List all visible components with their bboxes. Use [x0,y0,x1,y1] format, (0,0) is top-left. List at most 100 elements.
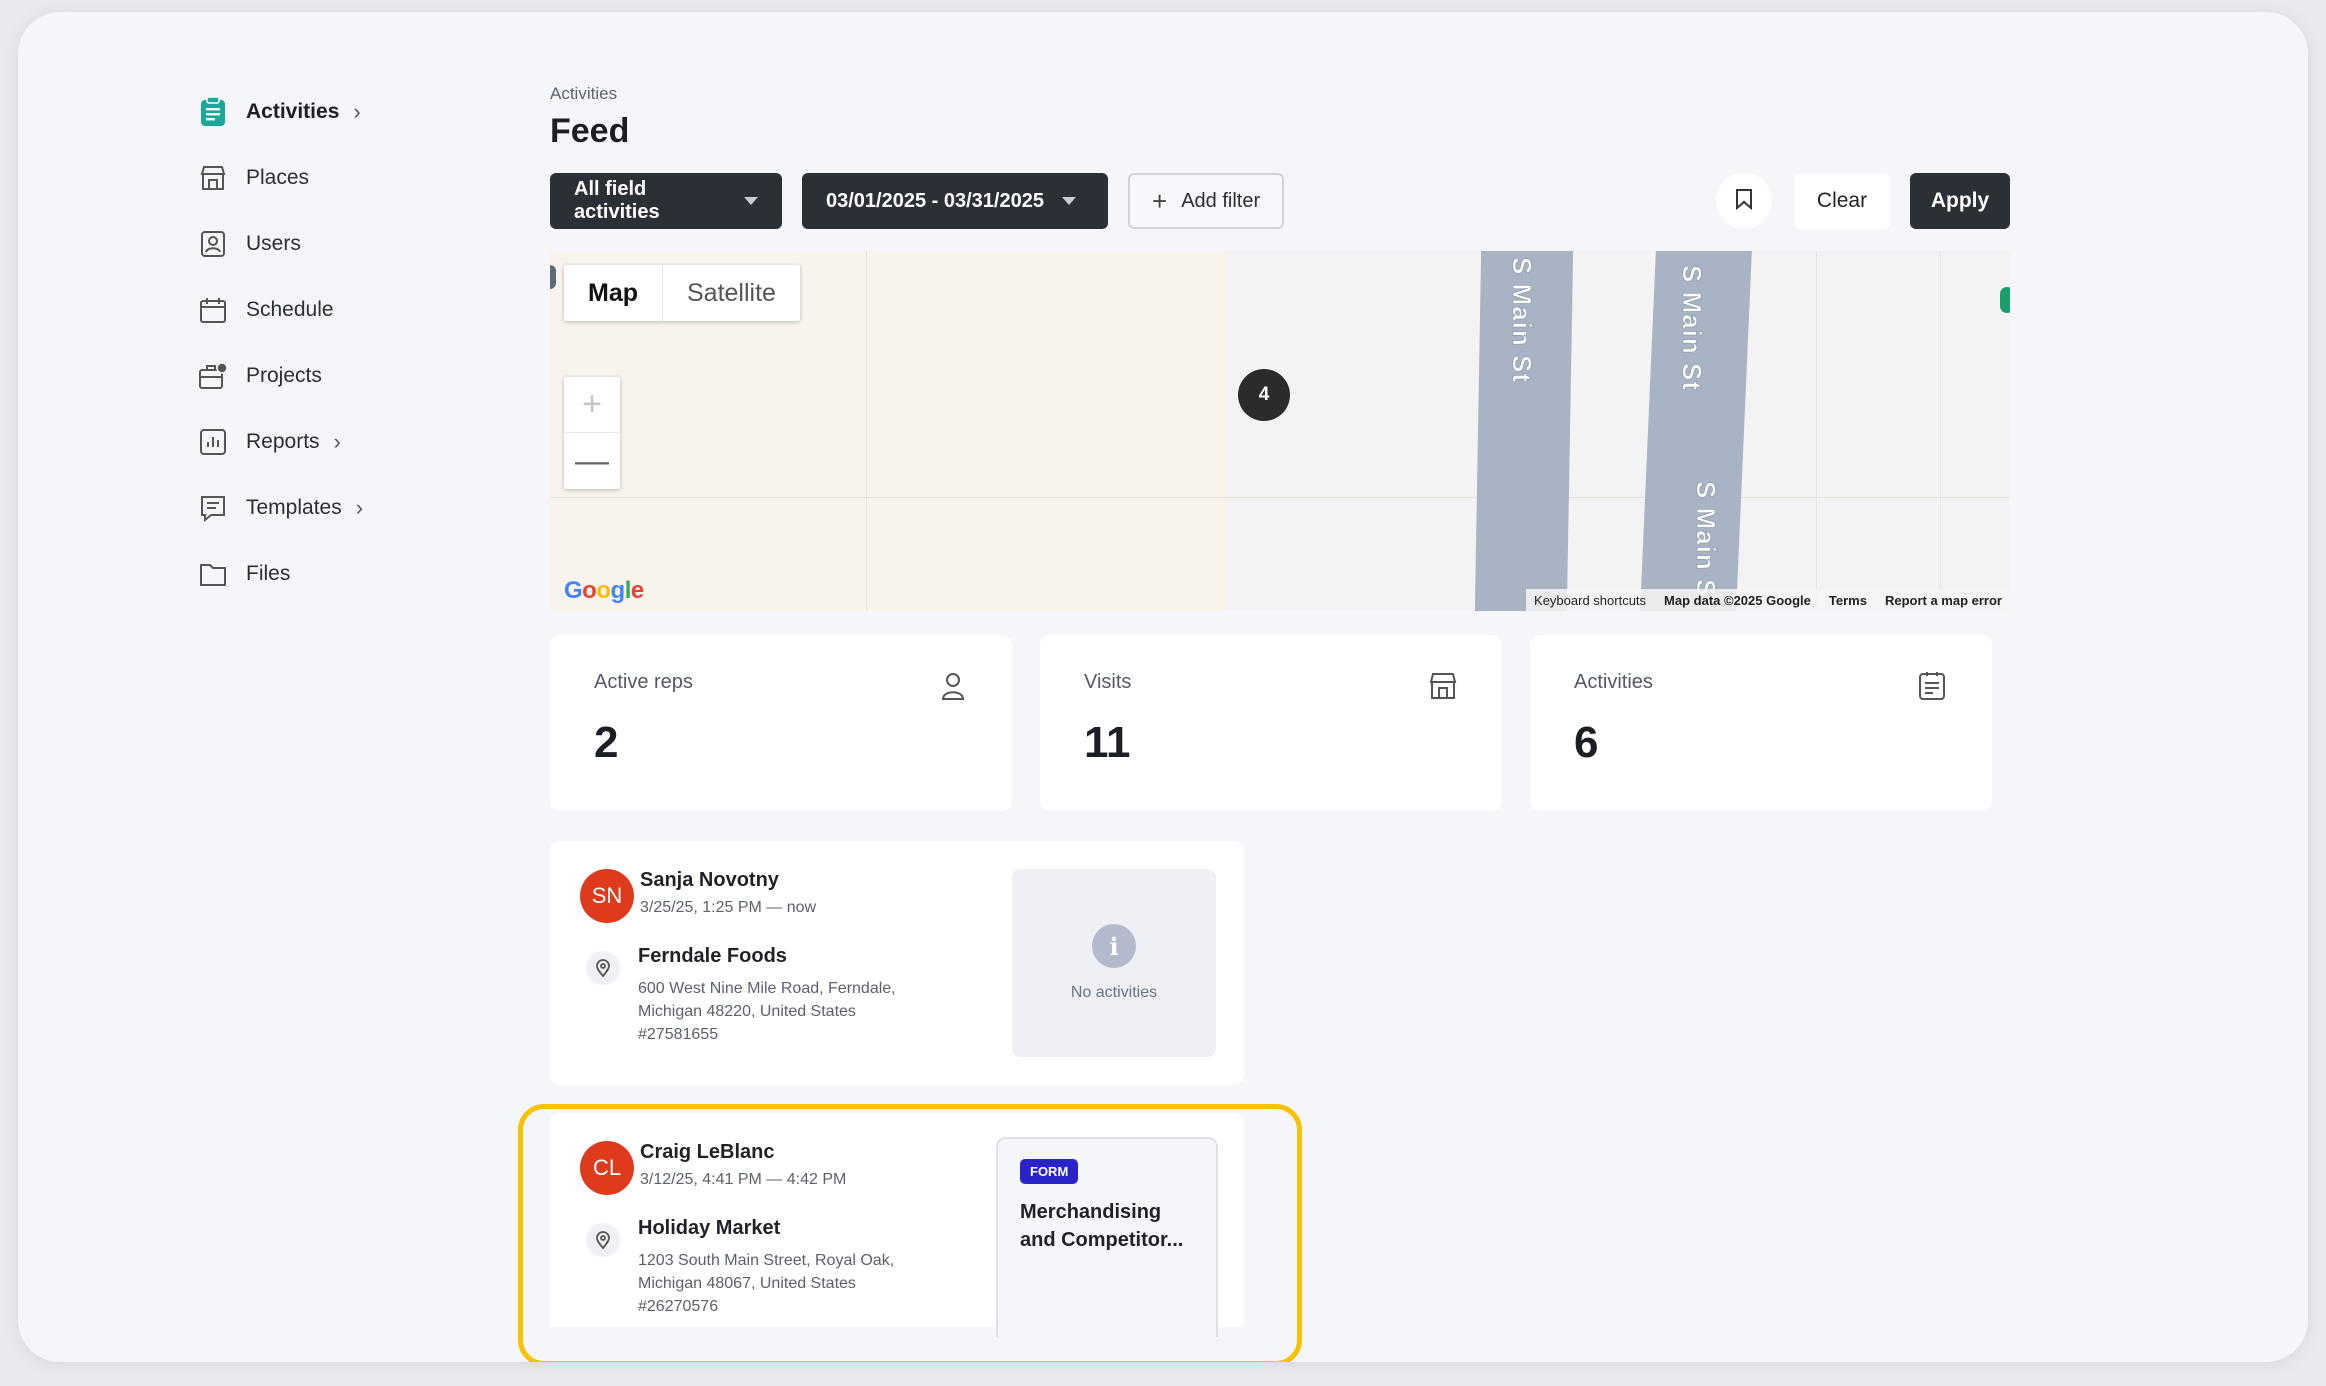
no-activities-panel: i No activities [1012,869,1216,1057]
map-marker[interactable] [550,265,556,289]
sidebar-item-schedule[interactable]: Schedule [198,290,438,330]
road-label: S Main St [1507,257,1538,384]
visit-card[interactable]: CL Craig LeBlanc 3/12/25, 4:41 PM — 4:42… [550,1113,1244,1337]
visit-card[interactable]: SN Sanja Novotny 3/25/25, 1:25 PM — now … [550,841,1244,1085]
visit-time: 3/25/25, 1:25 PM — now [640,899,817,916]
map-type-satellite-button[interactable]: Satellite [662,265,800,321]
map-data-text: Map data ©2025 Google [1664,592,1811,608]
zoom-out-button[interactable]: — [564,433,620,489]
stat-card-active-reps: Active reps 2 [550,635,1012,811]
sidebar-item-label: Schedule [246,298,334,321]
calendar-icon [198,295,228,325]
road-label: S Main S [1691,481,1722,598]
stat-label: Activities [1574,671,1653,693]
caret-down-icon [1061,197,1076,205]
stat-value: 2 [594,718,619,767]
map-gridline [1816,251,1817,611]
reports-icon [198,427,228,457]
map-cluster-marker[interactable]: 4 [1238,369,1290,421]
sidebar-item-templates[interactable]: Templates › [198,488,438,528]
avatar: SN [580,869,634,923]
report-map-error-link[interactable]: Report a map error [1885,593,2002,608]
sidebar-item-activities[interactable]: Activities › [198,92,438,132]
zoom-in-button[interactable]: + [564,377,620,433]
activity-card-form[interactable]: FORM Merchandising and Competitor... [996,1137,1218,1337]
rep-name: Sanja Novotny [640,869,779,891]
folder-icon [198,559,228,589]
breadcrumb[interactable]: Activities [550,84,2010,104]
stat-card-visits: Visits 11 [1040,635,1502,811]
main-content: Activities Feed All field activities 03/… [550,84,2010,1337]
clear-button[interactable]: Clear [1794,173,1890,229]
map-type-map-button[interactable]: Map [564,265,662,321]
road-label: S Main St [1677,265,1708,392]
sidebar-item-label: Activities [246,100,340,123]
store-icon [1428,671,1458,701]
location-pin-icon [586,1223,620,1257]
terms-link[interactable]: Terms [1829,593,1867,608]
sidebar-item-places[interactable]: Places [198,158,438,198]
caret-down-icon [744,197,758,205]
info-icon: i [1092,924,1136,968]
save-filter-button[interactable] [1716,173,1772,229]
date-range-dropdown[interactable]: 03/01/2025 - 03/31/2025 [802,173,1108,229]
add-filter-button[interactable]: + Add filter [1128,173,1285,229]
map-gridline [1940,251,1941,611]
sidebar-item-files[interactable]: Files [198,554,438,594]
map-attribution: Keyboard shortcuts Map data ©2025 Google… [1526,589,2010,611]
stat-card-activities: Activities 6 [1530,635,1992,811]
location-pin-icon [586,951,620,985]
address-line: 1203 South Main Street, Royal Oak, [638,1252,895,1269]
stat-label: Active reps [594,671,693,693]
zoom-control: + — [564,377,620,489]
sidebar-item-reports[interactable]: Reports › [198,422,438,462]
projects-icon [198,361,228,391]
page-title: Feed [550,112,630,150]
stats-row: Active reps 2 Visits 11 Activities 6 [550,635,2010,811]
place-name[interactable]: Ferndale Foods [638,945,787,968]
place-name[interactable]: Holiday Market [638,1217,780,1240]
sidebar-item-users[interactable]: Users [198,224,438,264]
stat-value: 11 [1084,718,1131,767]
keyboard-shortcuts-link[interactable]: Keyboard shortcuts [1534,593,1646,608]
stat-value: 6 [1574,718,1599,767]
sidebar-item-label: Templates [246,496,342,519]
store-icon [198,163,228,193]
map-type-control: Map Satellite [564,265,800,321]
sidebar-item-projects[interactable]: Projects [198,356,438,396]
chevron-right-icon: › [333,429,341,454]
sidebar-item-label: Files [246,562,291,585]
sidebar: Activities › Places Users Schedule Proje… [198,92,438,620]
form-badge: FORM [1020,1159,1079,1184]
avatar: CL [580,1141,634,1195]
address-line: Michigan 48220, United States [638,1003,856,1020]
no-activities-text: No activities [1070,984,1158,1001]
activities-icon [198,97,228,127]
rep-name: Craig LeBlanc [640,1141,775,1163]
date-range-label: 03/01/2025 - 03/31/2025 [826,189,1044,212]
sidebar-item-label: Users [246,232,301,255]
activity-type-dropdown[interactable]: All field activities [550,173,782,229]
google-logo: Google [564,577,644,604]
filter-bar: All field activities 03/01/2025 - 03/31/… [550,173,2010,229]
activity-type-label: All field activities [574,178,660,223]
address-line: Michigan 48067, United States [638,1275,856,1292]
sidebar-item-label: Places [246,166,310,189]
activity-title: Merchandising and Competitor... [1020,1201,1184,1251]
place-address: 1203 South Main Street, Royal Oak, Michi… [638,1249,928,1318]
apply-button[interactable]: Apply [1910,173,2010,229]
plus-icon: + [1152,185,1168,216]
sidebar-item-label: Reports [246,430,320,453]
map-gridline [550,497,2010,498]
stat-label: Visits [1084,671,1132,693]
add-filter-label: Add filter [1181,189,1261,212]
visit-time: 3/12/25, 4:41 PM — 4:42 PM [640,1171,847,1188]
map-marker[interactable] [2000,287,2010,313]
user-badge-icon [198,229,228,259]
bookmark-icon [1735,188,1753,215]
place-id: #27581655 [638,1026,719,1043]
sidebar-item-label: Projects [246,364,322,387]
map-gridline [866,251,867,611]
map-view[interactable]: S Main St S Main St S Main S Map Satelli… [550,251,2010,611]
place-id: #26270576 [638,1298,719,1315]
